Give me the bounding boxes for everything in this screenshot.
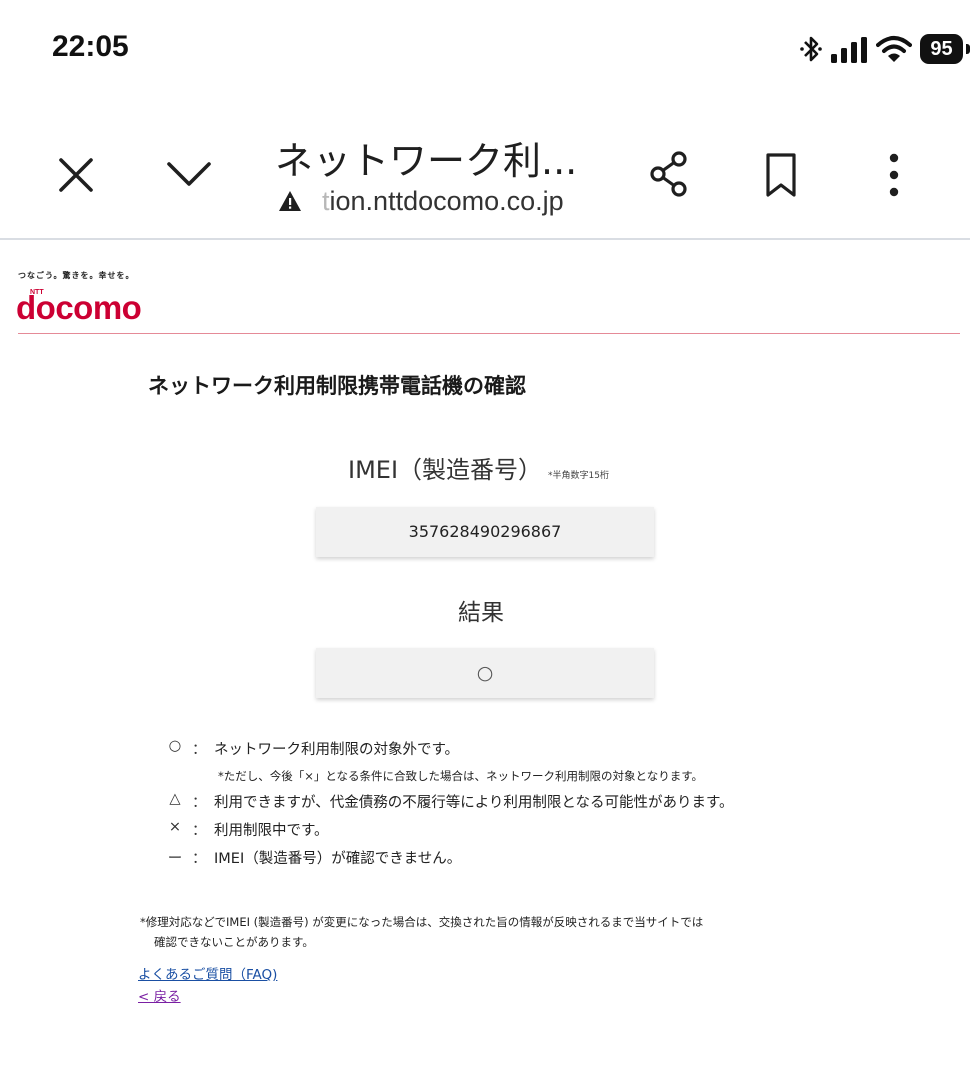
imei-label: IMEI（製造番号） *半角数字15桁 <box>348 450 609 485</box>
battery-tip <box>966 44 970 54</box>
legend-colon: ： <box>192 851 207 867</box>
logo-ntt-mark: NTT <box>30 289 44 296</box>
legend-text: ネットワーク利用制限の対象外です。 <box>214 742 460 758</box>
battery-level: 95 <box>920 34 963 64</box>
status-bar: 22:05 95 <box>0 0 970 100</box>
legend-symbol: ー <box>167 851 183 867</box>
bluetooth-icon <box>800 36 822 62</box>
browser-toolbar: ネットワーク利... tion.nttdocomo.co.jp <box>0 100 970 240</box>
legend-symbol: × <box>168 819 182 835</box>
close-icon[interactable] <box>56 155 96 195</box>
status-time: 22:05 <box>52 30 129 63</box>
legend-text: 利用制限中です。 <box>214 823 329 839</box>
signal-icon <box>831 37 867 63</box>
back-link[interactable]: < 戻る <box>138 985 181 1005</box>
legend-colon: ： <box>192 823 207 839</box>
legend-symbol: ○ <box>168 738 182 754</box>
page-tab-title[interactable]: ネットワーク利... <box>275 130 577 185</box>
page-title: ネットワーク利用制限携帯電話機の確認 <box>148 374 526 398</box>
warning-icon[interactable] <box>278 190 302 212</box>
url-domain-text: ion.nttdocomo.co.jp <box>329 185 564 216</box>
faq-link[interactable]: よくあるご質問（FAQ) <box>138 963 277 983</box>
legend-text: IMEI（製造番号）が確認できません。 <box>214 851 462 867</box>
imei-label-text: IMEI（製造番号） <box>348 456 543 484</box>
legend-colon: ： <box>192 742 207 758</box>
result-label: 結果 <box>458 600 504 626</box>
chevron-down-icon[interactable] <box>165 158 213 190</box>
imei-value-field: 357628490296867 <box>316 507 654 557</box>
docomo-logo[interactable]: docomo NTT <box>16 288 176 328</box>
share-icon[interactable] <box>648 150 690 198</box>
footnote: *修理対応などでIMEI (製造番号) が変更になった場合は、交換された旨の情報… <box>140 912 840 952</box>
wifi-icon <box>876 36 912 62</box>
url-bar[interactable]: tion.nttdocomo.co.jp <box>278 185 564 217</box>
header-divider <box>18 333 960 334</box>
brand-tagline: つなごう。驚きを。幸せを。 <box>18 271 135 280</box>
legend-text: 利用できますが、代金債務の不履行等により利用制限となる可能性があります。 <box>214 795 734 811</box>
legend-colon: ： <box>192 795 207 811</box>
result-value-field: ○ <box>316 648 654 698</box>
battery-icon: 95 <box>920 34 970 64</box>
footnote-line-2: 確認できないことがあります。 <box>154 935 314 949</box>
bookmark-icon[interactable] <box>765 152 797 198</box>
url-faded-text: t <box>322 185 330 216</box>
more-vertical-icon[interactable] <box>885 152 903 198</box>
legend-symbol: △ <box>169 791 181 807</box>
url-text: tion.nttdocomo.co.jp <box>322 186 564 217</box>
imei-format-note: *半角数字15桁 <box>548 471 609 481</box>
legend-subnote: *ただし、今後「×」となる条件に合致した場合は、ネットワーク利用制限の対象となり… <box>218 769 704 783</box>
footnote-line-1: *修理対応などでIMEI (製造番号) が変更になった場合は、交換された旨の情報… <box>140 915 704 929</box>
